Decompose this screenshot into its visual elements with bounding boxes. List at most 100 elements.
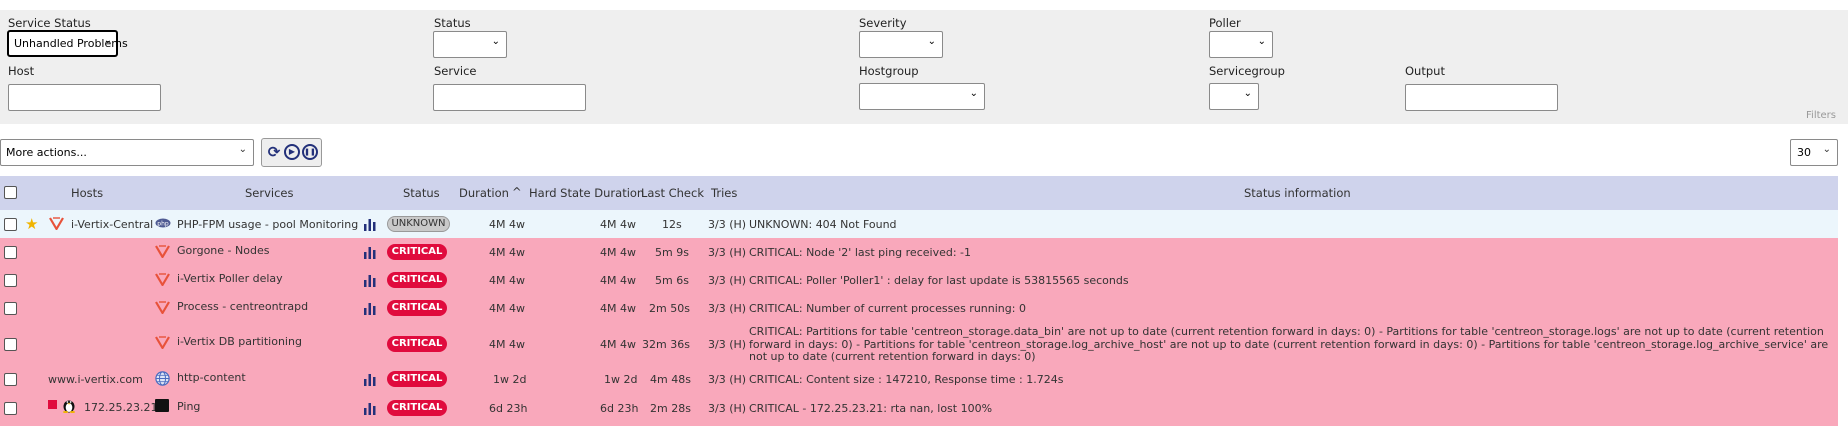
chevron-down-icon: ⌄ [491,36,500,47]
column-tries[interactable]: Tries [711,186,737,200]
column-hard-state-duration[interactable]: Hard State Duration [529,186,644,200]
table-row[interactable]: Process - centreontrapd CRITICAL 4M 4w 4… [0,294,1838,322]
row-checkbox[interactable] [4,338,17,351]
service-name[interactable]: i-Vertix Poller delay [177,272,283,285]
severity-label: Severity [859,16,907,30]
pause-icon[interactable]: ❚❚ [302,144,318,160]
status-information: CRITICAL: Partitions for table 'centreon… [749,325,1829,363]
poller-label: Poller [1209,16,1241,30]
page-size-select[interactable]: 30 ⌄ [1790,139,1838,166]
service-name[interactable]: Gorgone - Nodes [177,244,269,257]
table-row[interactable]: www.i-vertix.com http-content CRITICAL 1… [0,365,1838,393]
poller-select[interactable]: ⌄ [1209,31,1273,58]
bar-chart-icon[interactable] [364,303,376,315]
severity-select[interactable]: ⌄ [859,31,943,58]
host-name[interactable]: www.i-vertix.com [48,373,143,386]
column-duration[interactable]: Duration [459,186,509,200]
status-badge: CRITICAL [387,336,447,352]
tries: 3/3 (H) [708,402,747,415]
status-badge: UNKNOWN [387,216,450,232]
chevron-down-icon: ⌄ [238,144,247,155]
select-all-checkbox[interactable] [4,186,17,199]
bar-chart-icon[interactable] [364,374,376,386]
svg-text:php: php [157,220,169,227]
last-check: 5m 6s [655,274,689,287]
service-name[interactable]: Process - centreontrapd [177,300,308,313]
servicegroup-label: Servicegroup [1209,64,1285,78]
service-status-select[interactable]: Unhandled Problems ⌄ [7,30,128,57]
host-name[interactable]: i-Vertix-Central [71,218,153,231]
column-hosts[interactable]: Hosts [71,186,103,200]
i-vertix-logo-icon [155,273,170,286]
row-checkbox[interactable] [4,402,17,415]
filters-toggle-link[interactable]: Filters [1806,110,1836,121]
status-information: CRITICAL: Node '2' last ping received: -… [749,246,971,259]
column-last-check[interactable]: Last Check [641,186,704,200]
last-check: 2m 50s [649,302,690,315]
table-row[interactable]: ★ i-Vertix-Central php PHP-FPM usage - p… [0,210,1838,238]
status-badge: CRITICAL [387,272,447,288]
status-label: Status [434,16,471,30]
output-input[interactable] [1405,84,1558,111]
sort-ascending-icon[interactable]: ^ [512,185,522,199]
status-select[interactable]: ⌄ [433,31,507,58]
last-check: 12s [662,218,682,231]
hard-state-duration: 1w 2d [604,373,638,386]
hostgroup-select[interactable]: ⌄ [859,83,985,110]
row-checkbox[interactable] [4,302,17,315]
bar-chart-icon[interactable] [364,247,376,259]
duration: 4M 4w [489,302,525,315]
table-row[interactable]: 172.25.23.21 Ping CRITICAL 6d 23h 6d 23h… [0,393,1838,426]
column-status[interactable]: Status [403,186,440,200]
column-status-information[interactable]: Status information [1244,186,1351,200]
service-name[interactable]: PHP-FPM usage - pool Monitoring [177,218,358,231]
play-icon[interactable]: ▶ [284,144,300,160]
tries: 3/3 (H) [708,338,747,351]
tries: 3/3 (H) [708,218,747,231]
service-name[interactable]: Ping [177,400,200,413]
more-actions-select[interactable]: More actions... ⌄ [0,139,254,166]
host-name[interactable]: 172.25.23.21 [84,401,157,414]
status-information: CRITICAL - 172.25.23.21: rta nan, lost 1… [749,402,993,415]
status-badge: CRITICAL [387,300,447,316]
chevron-down-icon: ⌄ [1822,144,1831,155]
tries: 3/3 (H) [708,373,747,386]
i-vertix-logo-icon [155,301,170,314]
table-row[interactable]: Gorgone - Nodes CRITICAL 4M 4w 4M 4w 5m … [0,238,1838,266]
status-badge: CRITICAL [387,371,447,387]
duration: 4M 4w [489,338,525,351]
duration: 4M 4w [489,246,525,259]
hard-state-duration: 4M 4w [600,338,636,351]
status-information: UNKNOWN: 404 Not Found [749,218,897,231]
table-row[interactable]: i-Vertix DB partitioning CRITICAL 4M 4w … [0,322,1838,365]
terminal-icon [155,399,169,412]
service-name[interactable]: i-Vertix DB partitioning [177,335,302,348]
last-check: 2m 28s [650,402,691,415]
servicegroup-select[interactable]: ⌄ [1209,83,1259,110]
bar-chart-icon[interactable] [364,275,376,287]
chevron-down-icon: ⌄ [103,35,112,46]
filter-panel: Service Status Unhandled Problems ⌄ Stat… [0,10,1848,124]
duration: 4M 4w [489,218,525,231]
host-input[interactable] [8,84,161,111]
service-name[interactable]: http-content [177,371,246,384]
table-row[interactable]: i-Vertix Poller delay CRITICAL 4M 4w 4M … [0,266,1838,294]
status-information: CRITICAL: Content size : 147210, Respons… [749,373,1064,386]
row-checkbox[interactable] [4,246,17,259]
hard-state-duration: 4M 4w [600,302,636,315]
bar-chart-icon[interactable] [364,219,376,231]
row-checkbox[interactable] [4,218,17,231]
row-checkbox[interactable] [4,274,17,287]
row-checkbox[interactable] [4,373,17,386]
service-input[interactable] [433,84,586,111]
star-icon[interactable]: ★ [25,215,38,233]
php-icon: php [155,218,171,228]
duration: 6d 23h [489,402,528,415]
hard-state-duration: 6d 23h [600,402,639,415]
column-services[interactable]: Services [245,186,294,200]
chevron-down-icon: ⌄ [927,36,936,47]
refresh-icon[interactable]: ⟳ [266,144,282,160]
table-header: Hosts Services Status Duration ^ Hard St… [0,176,1838,210]
output-label: Output [1405,64,1445,78]
bar-chart-icon[interactable] [364,403,376,415]
